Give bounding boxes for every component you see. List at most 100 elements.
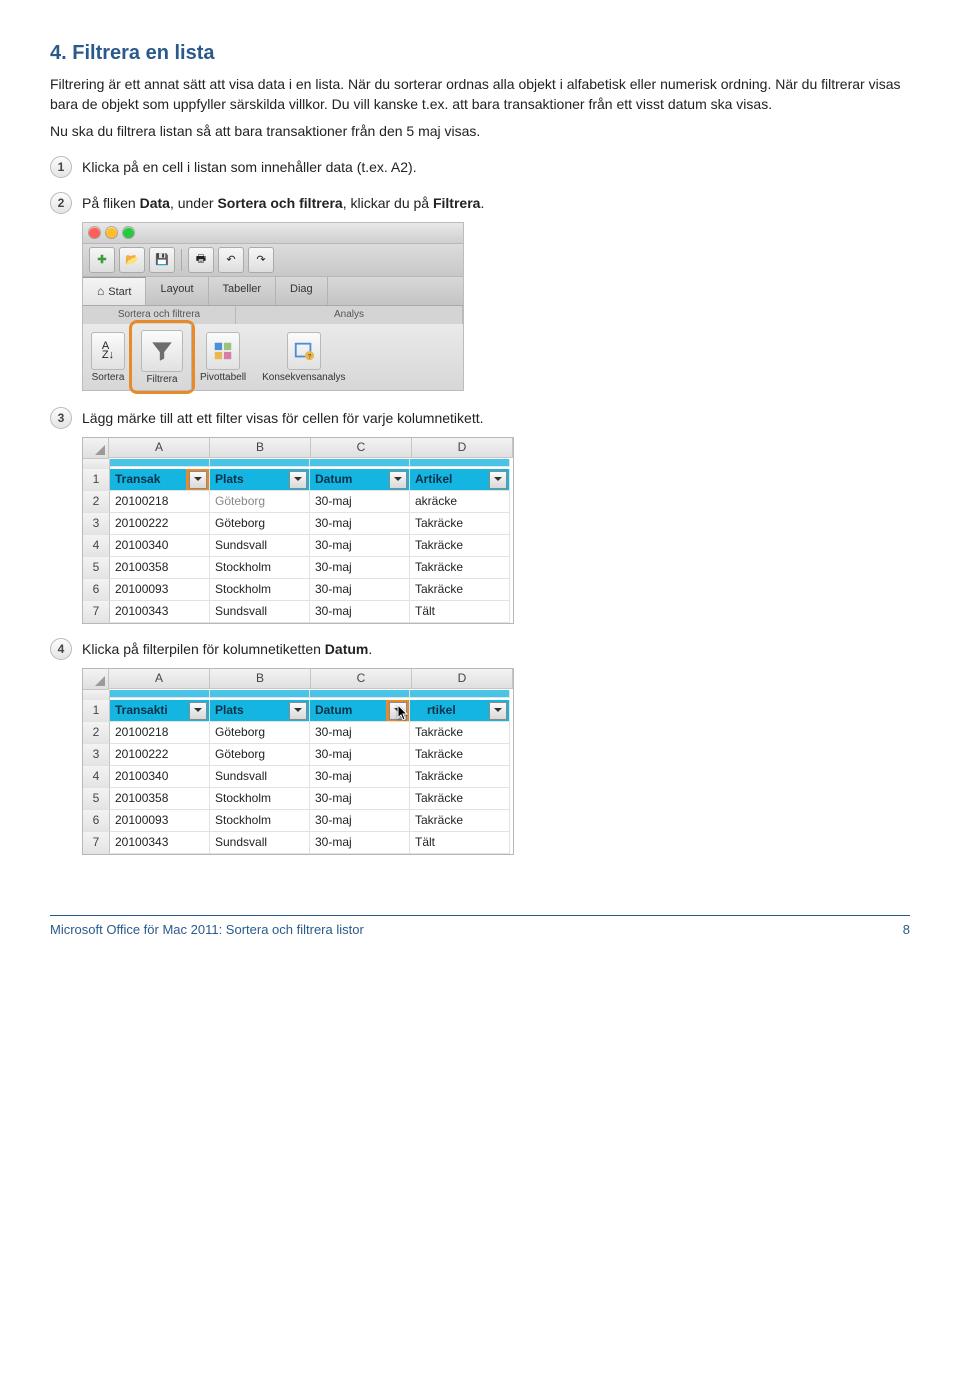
undo-button[interactable]: ↶ [218,247,244,273]
filter-arrow-transaktion[interactable] [189,471,207,489]
cell[interactable]: 30-maj [310,557,410,579]
save-button[interactable]: 💾 [149,247,175,273]
filter-arrow-artikel[interactable] [489,471,507,489]
cell[interactable]: Takräcke [410,810,510,832]
select-all-corner[interactable] [83,438,109,459]
select-all-corner[interactable] [83,669,109,690]
cell[interactable]: Göteborg [210,513,310,535]
cell[interactable]: 20100222 [110,744,210,766]
cell[interactable]: Takräcke [410,557,510,579]
cell[interactable]: 30-maj [310,491,410,513]
tab-layout[interactable]: Layout [146,277,208,305]
cell[interactable]: 20100340 [110,535,210,557]
whatif-button[interactable]: ? Konsekvensanalys [254,324,353,390]
rowhdr[interactable]: 5 [83,788,110,810]
col-d[interactable]: D [412,669,513,689]
cell[interactable]: 20100343 [110,601,210,623]
cell[interactable]: Tält [410,601,510,623]
rowhdr[interactable]: 4 [83,535,110,557]
cell[interactable]: Stockholm [210,810,310,832]
rowhdr[interactable]: 7 [83,832,110,854]
cell[interactable]: 30-maj [310,535,410,557]
col-b[interactable]: B [210,669,311,689]
col-a[interactable]: A [109,669,210,689]
rowhdr[interactable]: 4 [83,766,110,788]
cell[interactable]: 20100218 [110,722,210,744]
col-d[interactable]: D [412,438,513,458]
cell[interactable]: 30-maj [310,788,410,810]
hdr-plats[interactable]: Plats [210,469,310,491]
new-button[interactable]: ✚ [89,247,115,273]
cell[interactable]: akräcke [410,491,510,513]
cell[interactable]: Göteborg [210,744,310,766]
rowhdr[interactable]: 2 [83,722,110,744]
filter-arrow-datum[interactable] [389,702,407,720]
cell[interactable]: 30-maj [310,579,410,601]
cell[interactable]: Takräcke [410,766,510,788]
rowhdr[interactable]: 6 [83,579,110,601]
close-icon[interactable] [89,227,100,238]
cell[interactable]: Stockholm [210,579,310,601]
rowhdr[interactable]: 3 [83,744,110,766]
cell[interactable]: 20100222 [110,513,210,535]
cell[interactable]: Takräcke [410,513,510,535]
hdr-artikel[interactable]: rtikel [410,700,510,722]
open-button[interactable]: 📂 [119,247,145,273]
cell[interactable]: Stockholm [210,557,310,579]
cell[interactable]: Sundsvall [210,535,310,557]
filter-arrow-transaktion[interactable] [189,702,207,720]
rowhdr[interactable]: 5 [83,557,110,579]
filter-arrow-datum[interactable] [389,471,407,489]
rowhdr[interactable]: 7 [83,601,110,623]
cell[interactable]: 30-maj [310,744,410,766]
filter-arrow-artikel[interactable] [489,702,507,720]
rowhdr-1[interactable]: 1 [83,700,110,722]
cell[interactable]: 20100358 [110,788,210,810]
cell[interactable]: Takräcke [410,744,510,766]
cell[interactable]: 30-maj [310,601,410,623]
cell[interactable]: Sundsvall [210,766,310,788]
col-c[interactable]: C [311,438,412,458]
hdr-transaktion[interactable]: Transak [110,469,210,491]
sort-button[interactable]: AZ↓ Sortera [83,324,133,390]
hdr-transaktion[interactable]: Transakti [110,700,210,722]
cell[interactable]: Takräcke [410,579,510,601]
hdr-plats[interactable]: Plats [210,700,310,722]
cell[interactable]: Tält [410,832,510,854]
cell[interactable]: 20100093 [110,810,210,832]
rowhdr[interactable]: 6 [83,810,110,832]
cell[interactable]: 30-maj [310,766,410,788]
cell[interactable]: 30-maj [310,513,410,535]
cell[interactable]: 20100093 [110,579,210,601]
cell[interactable]: 30-maj [310,832,410,854]
cell[interactable]: 20100340 [110,766,210,788]
col-b[interactable]: B [210,438,311,458]
cell[interactable]: Sundsvall [210,832,310,854]
rowhdr[interactable]: 3 [83,513,110,535]
cell[interactable]: Sundsvall [210,601,310,623]
col-a[interactable]: A [109,438,210,458]
cell[interactable]: 20100343 [110,832,210,854]
zoom-icon[interactable] [123,227,134,238]
hdr-datum[interactable]: Datum [310,469,410,491]
cell[interactable]: 30-maj [310,810,410,832]
tab-diag[interactable]: Diag [276,277,328,305]
hdr-datum[interactable]: Datum [310,700,410,722]
cell[interactable]: Takräcke [410,535,510,557]
cell[interactable]: Takräcke [410,788,510,810]
minimize-icon[interactable] [106,227,117,238]
print-button[interactable]: 🖶 [188,247,214,273]
filter-button[interactable]: Filtrera [133,324,191,390]
cell[interactable]: 30-maj [310,722,410,744]
cell[interactable]: 20100358 [110,557,210,579]
rowhdr-1[interactable]: 1 [83,469,110,491]
col-c[interactable]: C [311,669,412,689]
tab-tabeller[interactable]: Tabeller [209,277,277,305]
filter-arrow-plats[interactable] [289,702,307,720]
rowhdr[interactable]: 2 [83,491,110,513]
filter-arrow-plats[interactable] [289,471,307,489]
cell[interactable]: Takräcke [410,722,510,744]
tab-start[interactable]: ⌂Start [83,277,146,305]
cell[interactable]: Stockholm [210,788,310,810]
pivot-button[interactable]: Pivottabell [192,324,254,390]
